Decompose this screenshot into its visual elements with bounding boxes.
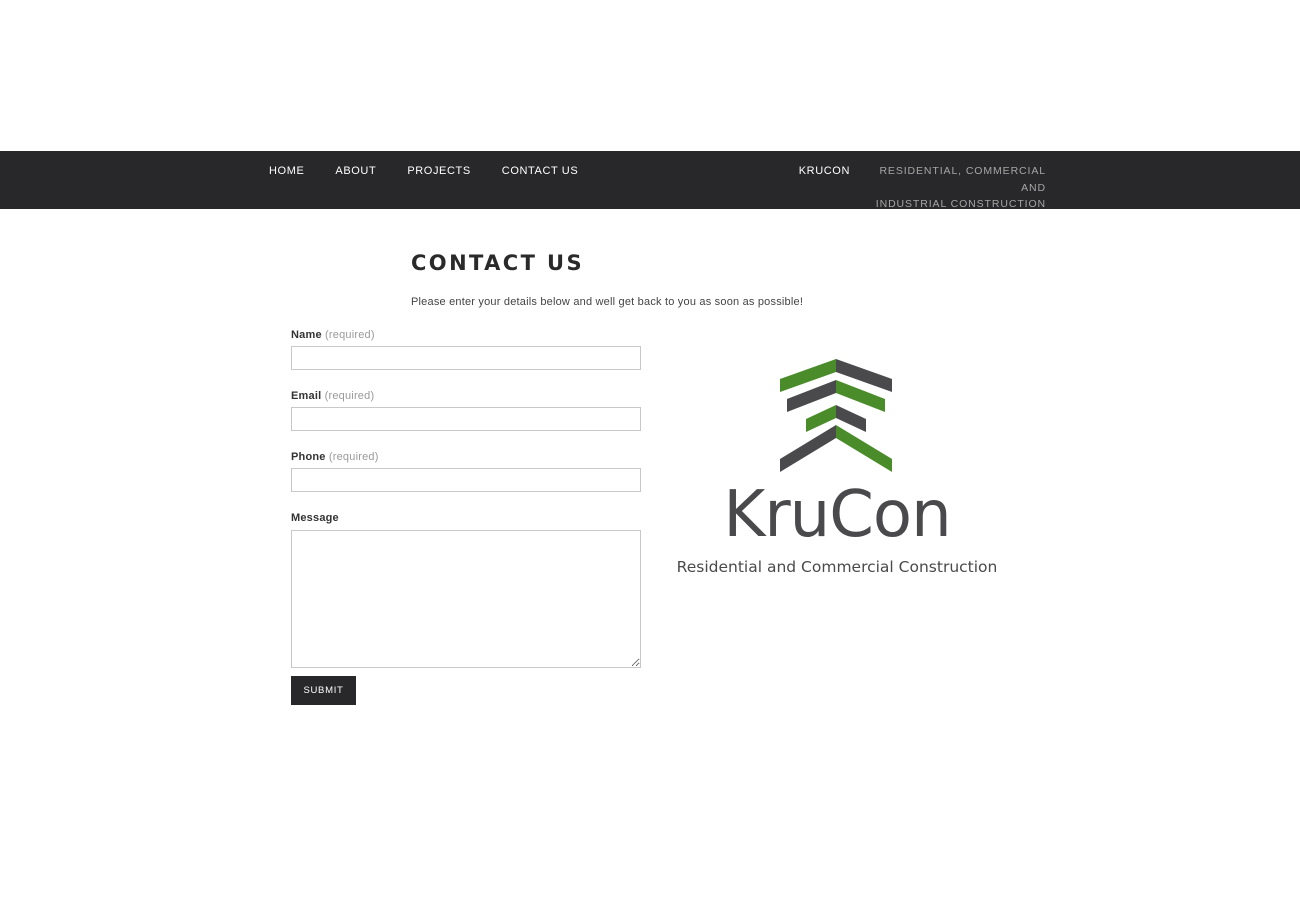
email-input[interactable] (291, 407, 641, 431)
required-note: (required) (325, 329, 375, 341)
nav-about-link[interactable]: ABOUT (335, 165, 376, 178)
nav-home-link[interactable]: HOME (269, 165, 304, 178)
brand-tagline-line1: RESIDENTIAL, COMMERCIAL AND (879, 165, 1046, 194)
logo-chevron-gray-4 (780, 425, 836, 472)
top-navbar: HOME ABOUT PROJECTS CONTACT US KRUCON RE… (0, 151, 1300, 210)
logo-subtitle: Residential and Commercial Construction (676, 558, 998, 576)
message-label: Message (291, 512, 339, 524)
submit-button[interactable]: SUBMIT (291, 676, 356, 705)
required-note: (required) (324, 390, 375, 402)
page-title: CONTACT US (411, 251, 585, 275)
required-note: (required) (328, 451, 379, 463)
logo-wordmark: KruCon (723, 478, 951, 552)
contact-form: Name (required) Email (required) Phone (… (291, 329, 641, 668)
brand-tagline: RESIDENTIAL, COMMERCIAL AND INDUSTRIAL C… (866, 163, 1046, 213)
name-label: Name (required) (291, 329, 375, 341)
email-label: Email (required) (291, 390, 375, 402)
name-field-group: Name (required) (291, 329, 641, 370)
intro-text: Please enter your details below and well… (411, 296, 804, 308)
phone-label: Phone (required) (291, 451, 379, 463)
site-brand: KRUCON RESIDENTIAL, COMMERCIAL AND INDUS… (799, 165, 1046, 213)
message-textarea[interactable] (291, 530, 641, 668)
email-field-group: Email (required) (291, 390, 641, 431)
chevron-stack-logo-icon (780, 359, 892, 472)
name-input[interactable] (291, 346, 641, 370)
krucon-logo: KruCon Residential and Commercial Constr… (676, 355, 1000, 585)
nav-projects-link[interactable]: PROJECTS (407, 165, 470, 178)
nav-links: HOME ABOUT PROJECTS CONTACT US (269, 165, 609, 178)
message-field-group: Message (291, 512, 641, 668)
nav-contact-link[interactable]: CONTACT US (502, 165, 579, 178)
brand-name[interactable]: KRUCON (799, 165, 850, 213)
brand-tagline-line2: INDUSTRIAL CONSTRUCTION (875, 198, 1046, 210)
logo-chevron-green-4 (836, 425, 892, 472)
phone-input[interactable] (291, 468, 641, 492)
phone-field-group: Phone (required) (291, 451, 641, 492)
